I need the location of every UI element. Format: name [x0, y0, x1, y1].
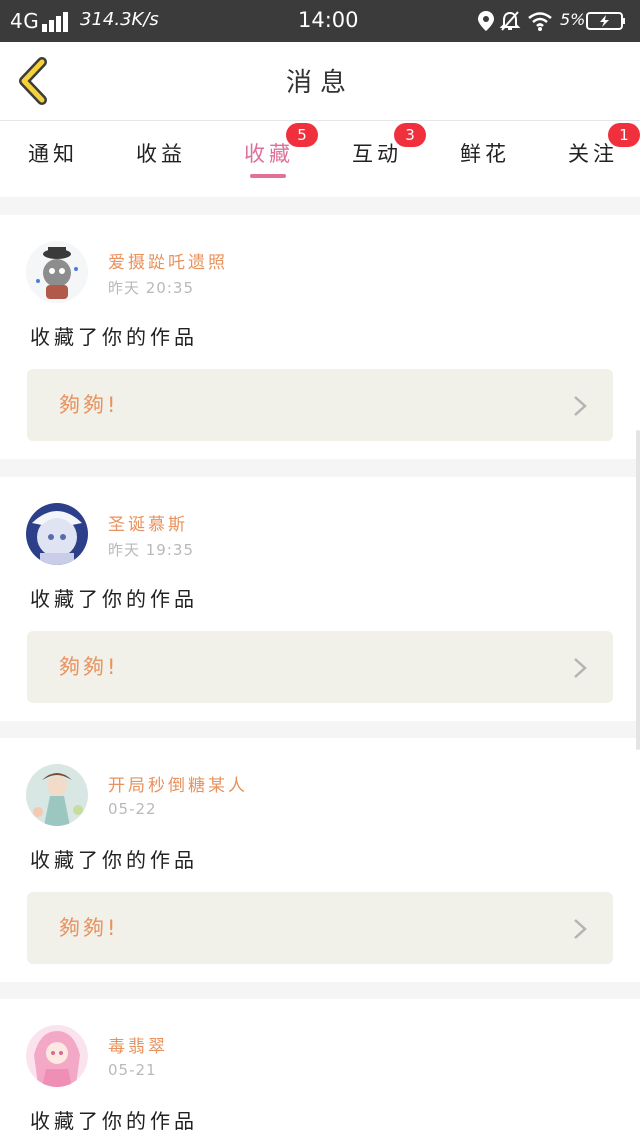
tab-label: 鲜花 [460, 142, 510, 166]
user-avatar[interactable] [26, 241, 88, 303]
message-card: 毒翡翠 05-21 收藏了你的作品 [0, 999, 640, 1138]
message-time: 昨天 20:35 [108, 279, 194, 297]
wifi-icon [528, 12, 552, 31]
avatar-image [26, 764, 88, 826]
avatar-image [26, 241, 88, 303]
tab-notifications[interactable]: 通知 [28, 129, 108, 189]
user-name[interactable]: 开局秒倒糖某人 [108, 771, 248, 796]
user-name[interactable]: 圣诞慕斯 [108, 510, 188, 535]
avatar-image [26, 1025, 88, 1087]
work-title: 夠夠! [59, 916, 119, 940]
message-card: 开局秒倒糖某人 05-22 收藏了你的作品 夠夠! [0, 738, 640, 982]
chevron-right-icon [574, 396, 587, 416]
avatar-image [26, 503, 88, 565]
mute-bell-icon [499, 11, 521, 31]
clock: 14:00 [298, 8, 359, 32]
tab-earnings[interactable]: 收益 [136, 129, 216, 189]
network-speed: 314.3K/s [80, 9, 159, 30]
message-card: 爱摄踨吒遗照 昨天 20:35 收藏了你的作品 夠夠! [0, 215, 640, 459]
message-text: 收藏了你的作品 [30, 587, 198, 611]
message-time: 05-22 [108, 800, 157, 818]
tab-label: 收藏 [244, 142, 294, 166]
app-header: 消息 [0, 42, 640, 121]
location-icon [478, 11, 494, 31]
chevron-right-icon [574, 658, 587, 678]
message-time: 昨天 19:35 [108, 541, 194, 559]
status-bar: 4G 314.3K/s 14:00 5% [0, 0, 640, 42]
user-name[interactable]: 毒翡翠 [108, 1032, 168, 1057]
message-text: 收藏了你的作品 [30, 848, 198, 872]
tab-following[interactable]: 关注 1 [568, 123, 640, 189]
tab-label: 收益 [136, 142, 186, 166]
work-title: 夠夠! [59, 393, 119, 417]
scrollbar[interactable] [636, 430, 640, 750]
page-title: 消息 [285, 68, 354, 98]
tab-label: 互动 [352, 142, 402, 166]
tab-favorites[interactable]: 收藏 5 [244, 123, 324, 189]
battery-charging-icon [586, 12, 625, 30]
tab-label: 通知 [28, 142, 78, 166]
tab-bar: 通知 收益 收藏 5 互动 3 鲜花 关注 1 [0, 121, 640, 197]
battery-percent: 5% [560, 10, 586, 29]
user-avatar[interactable] [26, 1025, 88, 1087]
signal-icon [42, 10, 68, 32]
work-title: 夠夠! [59, 655, 119, 679]
unread-badge: 5 [286, 123, 318, 147]
user-avatar[interactable] [26, 764, 88, 826]
message-card: 圣诞慕斯 昨天 19:35 收藏了你的作品 夠夠! [0, 477, 640, 721]
tab-interactions[interactable]: 互动 3 [352, 123, 432, 189]
user-avatar[interactable] [26, 503, 88, 565]
network-type: 4G [10, 9, 40, 33]
tab-flowers[interactable]: 鲜花 [460, 129, 540, 189]
unread-badge: 1 [608, 123, 640, 147]
work-link[interactable]: 夠夠! [27, 631, 613, 703]
work-link[interactable]: 夠夠! [27, 892, 613, 964]
message-text: 收藏了你的作品 [30, 1109, 198, 1133]
message-text: 收藏了你的作品 [30, 325, 198, 349]
user-name[interactable]: 爱摄踨吒遗照 [108, 248, 228, 273]
work-link[interactable]: 夠夠! [27, 369, 613, 441]
message-time: 05-21 [108, 1061, 157, 1079]
chevron-right-icon [574, 919, 587, 939]
active-tab-indicator [250, 174, 286, 178]
unread-badge: 3 [394, 123, 426, 147]
